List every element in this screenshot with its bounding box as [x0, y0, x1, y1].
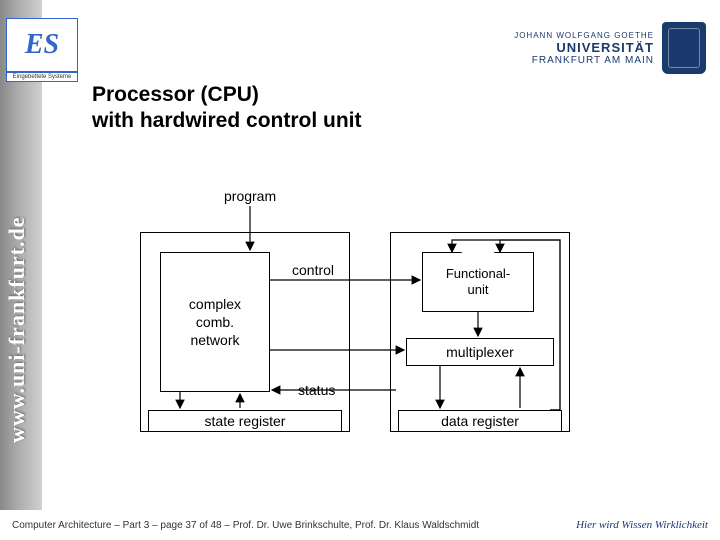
logo-es-text: ES	[7, 19, 77, 73]
label-control: control	[292, 262, 334, 278]
block-data-register: data register	[398, 410, 562, 432]
page-title: Processor (CPU) with hardwired control u…	[92, 82, 362, 135]
label-status: status	[298, 382, 335, 398]
block-multiplexer: multiplexer	[406, 338, 554, 366]
footer-right: Hier wird Wissen Wirklichkeit	[576, 519, 708, 531]
logo-es: ES Eingebettete Systeme	[6, 18, 78, 82]
uni-line3: FRANKFURT AM MAIN	[506, 55, 654, 66]
title-line1: Processor (CPU)	[92, 83, 259, 106]
sidebar-url: www.uni-frankfurt.de	[4, 150, 38, 510]
block-state-register: state register	[148, 410, 342, 432]
uni-line2: UNIVERSITÄT	[506, 40, 654, 55]
footer-left: Computer Architecture – Part 3 – page 37…	[12, 520, 576, 531]
datapath-container	[390, 232, 570, 432]
uni-seal-icon	[662, 22, 706, 74]
cpu-diagram: program complex comb. network control st…	[120, 170, 580, 450]
footer: Computer Architecture – Part 3 – page 37…	[0, 510, 720, 540]
title-line2: with hardwired control unit	[92, 109, 362, 132]
logo-university: JOHANN WOLFGANG GOETHE UNIVERSITÄT FRANK…	[506, 18, 706, 78]
uni-line1: JOHANN WOLFGANG GOETHE	[506, 31, 654, 40]
block-comb-network: complex comb. network	[160, 252, 270, 392]
logo-es-subtext: Eingebettete Systeme	[7, 73, 77, 81]
label-program: program	[224, 188, 276, 204]
